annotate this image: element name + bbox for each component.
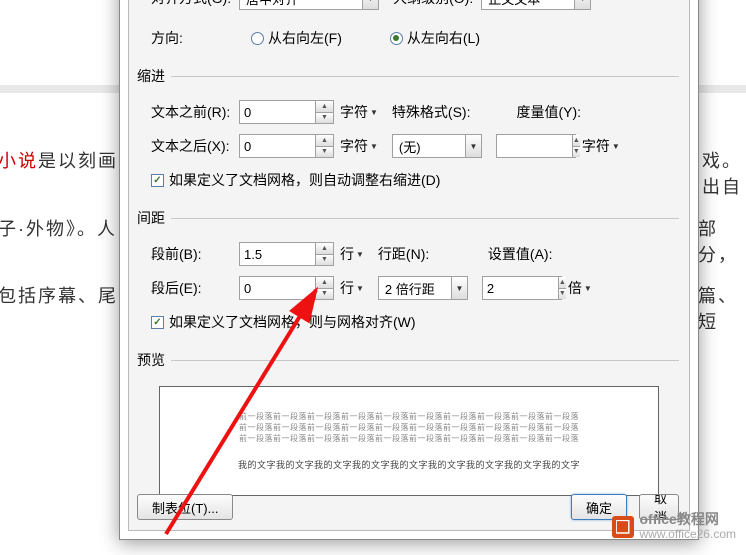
watermark: office教程网 www.office26.com — [612, 512, 737, 541]
spin-up-icon[interactable]: ▲ — [316, 243, 333, 255]
spin-up-icon[interactable]: ▲ — [316, 101, 333, 113]
spin-up-icon[interactable]: ▲ — [559, 277, 566, 289]
direction-rtl-radio[interactable]: 从右向左(F) — [251, 28, 342, 48]
space-before-label: 段前(B): — [151, 244, 239, 264]
bg-text: 篇、短 — [698, 282, 746, 334]
set-value-input[interactable]: ▲▼ — [482, 276, 562, 300]
spin-down-icon[interactable]: ▼ — [316, 255, 333, 266]
tabs-button[interactable]: 制表位(T)... — [137, 494, 233, 520]
spacing-section-label: 间距 — [137, 208, 165, 228]
radio-icon — [390, 32, 403, 45]
radio-icon — [251, 32, 264, 45]
bg-stripe — [698, 85, 746, 93]
measure-input[interactable]: ▲▼ — [496, 134, 576, 158]
outline-label: 大纲级别(O): — [393, 0, 473, 8]
space-before-unit[interactable]: 行▼ — [340, 242, 364, 266]
chevron-down-icon[interactable]: ▼ — [465, 135, 481, 157]
chevron-down-icon[interactable]: ▼ — [574, 0, 590, 9]
preview-ghost-line: 前一段落前一段落前一段落前一段落前一段落前一段落前一段落前一段落前一段落前一段落 — [239, 411, 579, 422]
preview-box: 前一段落前一段落前一段落前一段落前一段落前一段落前一段落前一段落前一段落前一段落… — [159, 386, 659, 496]
line-spacing-label: 行距(N): — [378, 244, 448, 264]
paragraph-dialog: 对齐方式(G): 居中对齐▼ 大纲级别(O): 正文文本▼ 方向: 从右向左(F… — [119, 0, 699, 540]
indent-before-input[interactable]: ▲▼ — [239, 100, 334, 124]
preview-ghost-line: 前一段落前一段落前一段落前一段落前一段落前一段落前一段落前一段落前一段落前一段落 — [239, 433, 579, 444]
chevron-down-icon[interactable]: ▼ — [362, 0, 378, 9]
bg-text: 部分， — [698, 215, 746, 267]
space-after-label: 段后(E): — [151, 278, 239, 298]
space-after-unit[interactable]: 行▼ — [340, 276, 364, 300]
indent-section-label: 缩进 — [137, 66, 165, 86]
set-value-unit[interactable]: 倍▼ — [568, 276, 592, 300]
measure-label: 度量值(Y): — [516, 102, 581, 122]
indent-after-label: 文本之后(X): — [151, 136, 239, 156]
alignment-label: 对齐方式(G): — [151, 0, 231, 8]
chevron-down-icon[interactable]: ▼ — [451, 277, 467, 299]
watermark-url: www.office26.com — [640, 528, 737, 541]
measure-unit[interactable]: 字符▼ — [582, 134, 620, 158]
special-format-label: 特殊格式(S): — [392, 102, 471, 122]
checkbox-icon: ✓ — [151, 174, 164, 187]
alignment-combo[interactable]: 居中对齐▼ — [239, 0, 379, 10]
bg-text: 戏。出自 — [702, 147, 746, 199]
space-after-input[interactable]: ▲▼ — [239, 276, 334, 300]
space-before-input[interactable]: ▲▼ — [239, 242, 334, 266]
watermark-title: office教程网 — [640, 512, 737, 527]
spin-down-icon[interactable]: ▼ — [316, 289, 333, 300]
line-spacing-combo[interactable]: 2 倍行距▼ — [378, 276, 468, 300]
spin-down-icon[interactable]: ▼ — [559, 289, 566, 300]
spin-down-icon[interactable]: ▼ — [573, 147, 580, 158]
bg-text: 子·外物》。人 — [0, 215, 117, 241]
special-format-combo[interactable]: (无)▼ — [392, 134, 482, 158]
bg-stripe — [0, 85, 120, 93]
preview-section-label: 预览 — [137, 350, 165, 370]
indent-before-unit[interactable]: 字符▼ — [340, 100, 378, 124]
indent-after-input[interactable]: ▲▼ — [239, 134, 334, 158]
spin-down-icon[interactable]: ▼ — [316, 147, 333, 158]
indent-before-label: 文本之前(R): — [151, 102, 239, 122]
outline-combo[interactable]: 正文文本▼ — [481, 0, 591, 10]
grid-align-checkbox[interactable]: ✓ 如果定义了文档网格，则与网格对齐(W) — [151, 312, 416, 332]
indent-after-unit[interactable]: 字符▼ — [340, 134, 378, 158]
spin-up-icon[interactable]: ▲ — [316, 135, 333, 147]
spin-up-icon[interactable]: ▲ — [316, 277, 333, 289]
checkbox-icon: ✓ — [151, 316, 164, 329]
preview-sample-line: 我的文字我的文字我的文字我的文字我的文字我的文字我的文字我的文字我的文字 — [238, 458, 580, 471]
bg-word: 小说 — [0, 151, 38, 171]
auto-indent-checkbox[interactable]: ✓ 如果定义了文档网格，则自动调整右缩进(D) — [151, 170, 440, 190]
preview-ghost-line: 前一段落前一段落前一段落前一段落前一段落前一段落前一段落前一段落前一段落前一段落 — [239, 422, 579, 433]
bg-text: 是以刻画 — [38, 151, 118, 171]
direction-ltr-radio[interactable]: 从左向右(L) — [390, 28, 480, 48]
office-icon — [612, 516, 634, 538]
set-value-label: 设置值(A): — [488, 244, 553, 264]
bg-text: 包括序幕、尾 — [0, 282, 118, 308]
spin-down-icon[interactable]: ▼ — [316, 113, 333, 124]
direction-label: 方向: — [151, 28, 231, 48]
spin-up-icon[interactable]: ▲ — [573, 135, 580, 147]
